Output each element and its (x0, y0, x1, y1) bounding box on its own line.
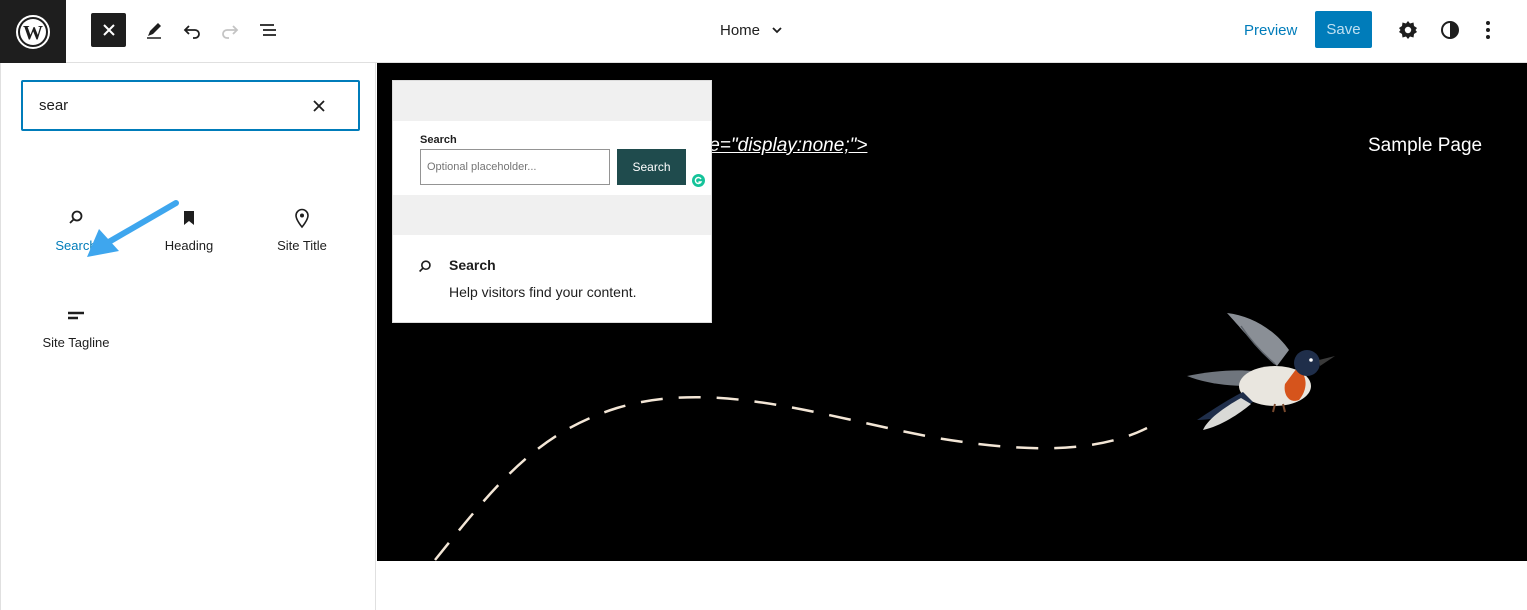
document-overview-button[interactable] (254, 16, 282, 44)
block-inserter-panel: sear Search Heading Site Title Site Tagl… (0, 63, 376, 610)
preview-search-input: Optional placeholder... (420, 149, 610, 185)
block-item-site-title[interactable]: Site Title (247, 188, 357, 268)
block-item-site-tagline[interactable]: Site Tagline (21, 285, 131, 365)
block-item-label: Site Title (277, 238, 327, 253)
styles-button[interactable] (1436, 16, 1464, 44)
block-search-input[interactable]: sear (21, 80, 360, 131)
options-button[interactable] (1476, 16, 1500, 44)
redo-button[interactable] (216, 16, 244, 44)
save-button[interactable]: Save (1315, 11, 1372, 48)
close-inserter-button[interactable] (91, 13, 126, 47)
svg-text:W: W (23, 22, 43, 44)
close-icon (102, 24, 115, 36)
pencil-icon (147, 23, 161, 39)
settings-button[interactable] (1394, 16, 1422, 44)
undo-button[interactable] (178, 16, 206, 44)
preview-button[interactable]: Preview (1236, 12, 1305, 48)
document-title: Home (720, 21, 761, 39)
clear-search-button[interactable] (308, 95, 330, 117)
bird-illustration (1187, 313, 1335, 430)
preview-band-bottom (393, 195, 711, 235)
block-card-title: Search (449, 257, 496, 273)
close-icon (313, 100, 325, 112)
search-icon (415, 257, 435, 277)
gear-icon (1399, 21, 1417, 39)
contrast-icon (1441, 21, 1459, 39)
edit-tools-button[interactable] (140, 16, 168, 44)
chevron-down-icon (772, 27, 782, 34)
preview-search-button: Search (617, 149, 686, 185)
grammarly-icon (692, 174, 705, 187)
wordpress-logo-icon[interactable]: W (0, 0, 66, 63)
canvas-footer-area (377, 561, 1527, 610)
block-card-description: Help visitors find your content. (449, 284, 637, 300)
preview-band-top (393, 81, 711, 121)
document-title-dropdown[interactable]: Home (720, 14, 784, 46)
list-view-icon (260, 24, 276, 36)
tagline-icon (64, 303, 88, 327)
map-pin-icon (290, 206, 314, 230)
search-input-value: sear (39, 97, 69, 114)
block-item-label: Site Tagline (42, 335, 110, 350)
more-vertical-icon (1486, 21, 1490, 39)
preview-search-label: Search (420, 134, 457, 146)
editor-toolbar: W Home Preview Save (0, 0, 1527, 63)
undo-icon (183, 25, 200, 39)
block-preview-popover: Search Optional placeholder... Search Se… (392, 80, 712, 323)
annotation-arrow-icon (87, 200, 179, 257)
redo-icon (222, 25, 239, 39)
